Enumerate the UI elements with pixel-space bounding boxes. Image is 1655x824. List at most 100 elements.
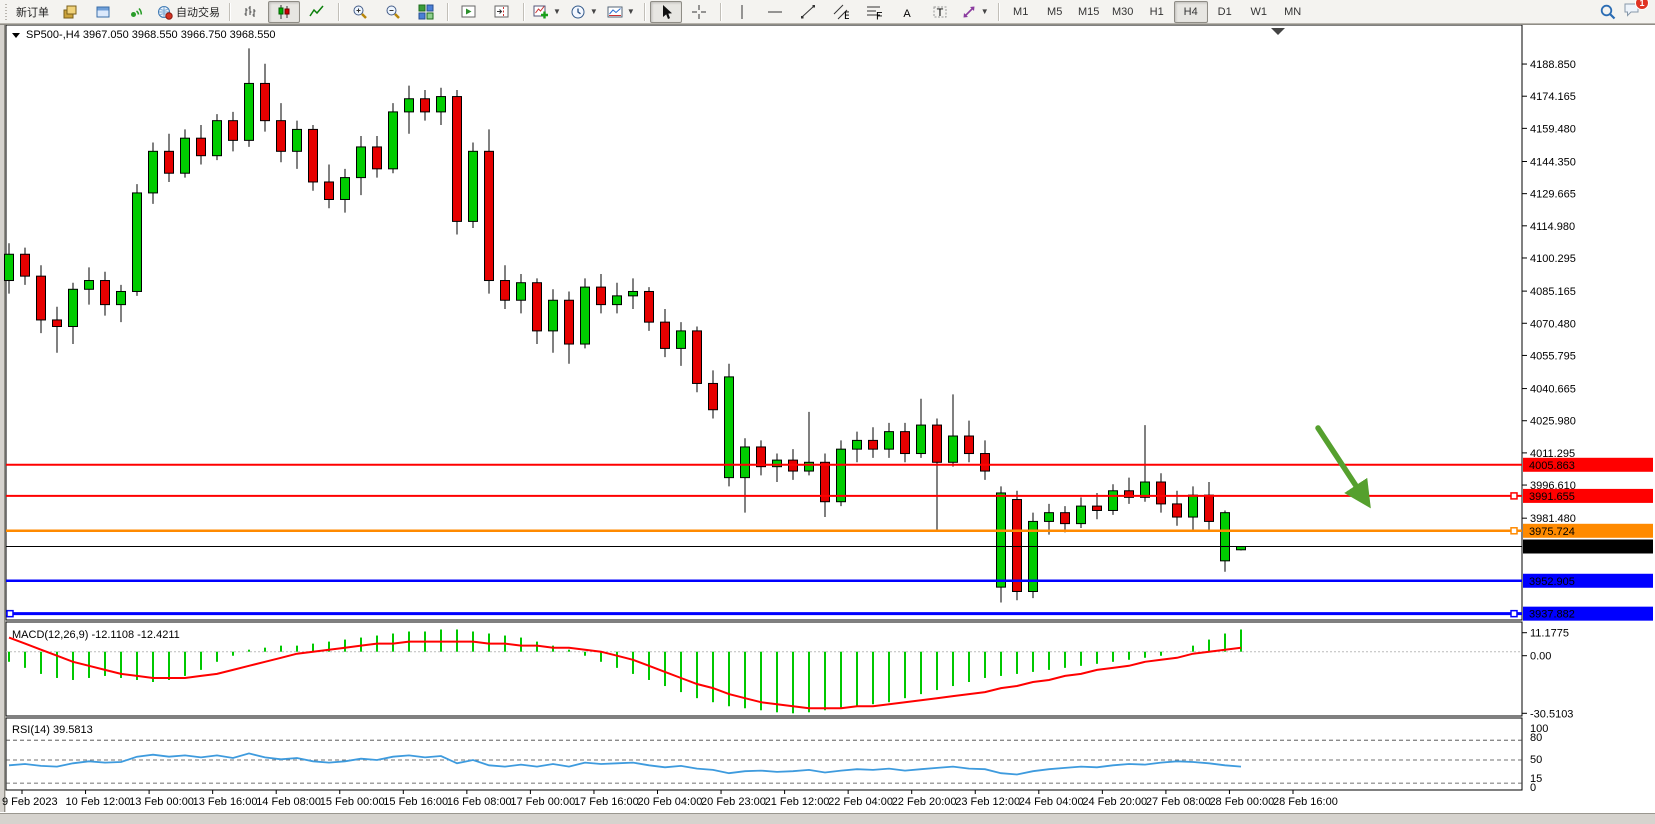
zoom-out-icon xyxy=(385,4,401,20)
line-handle[interactable] xyxy=(7,611,13,617)
price-tick-label: 4100.295 xyxy=(1530,253,1576,265)
price-chart[interactable]: 4188.8504174.1654159.4804144.3504129.665… xyxy=(0,25,1655,812)
candle-body xyxy=(1093,506,1102,510)
price-tag-label: 4005.863 xyxy=(1529,460,1575,472)
candle-body xyxy=(53,320,62,327)
price-tick-label: 3981.480 xyxy=(1530,513,1576,525)
crosshair-button[interactable] xyxy=(683,1,715,23)
text-button[interactable]: A xyxy=(891,1,923,23)
candle-body xyxy=(837,449,846,502)
price-tick-label: 4159.480 xyxy=(1530,123,1576,135)
line-handle[interactable] xyxy=(1511,611,1517,617)
line-handle[interactable] xyxy=(1511,528,1517,534)
line-handle[interactable] xyxy=(1511,493,1517,499)
candle-body xyxy=(1173,504,1182,517)
line-chart-button[interactable] xyxy=(301,1,333,23)
timeframe-m1-button[interactable]: M1 xyxy=(1004,1,1038,23)
toolbar-separator xyxy=(523,3,524,21)
candle-body xyxy=(389,112,398,169)
timeframe-mn-button[interactable]: MN xyxy=(1276,1,1310,23)
candle-body xyxy=(741,447,750,478)
timeframe-d1-button[interactable]: D1 xyxy=(1208,1,1242,23)
rsi-panel xyxy=(6,718,1522,790)
new-order-button[interactable]: 新订单 xyxy=(12,1,53,23)
chevron-down-icon: ▼ xyxy=(627,7,635,16)
indicators-button[interactable]: ▼ xyxy=(529,1,565,23)
timeframe-m30-button[interactable]: M30 xyxy=(1106,1,1140,23)
candle-body xyxy=(1221,513,1230,561)
arrows-icon xyxy=(961,4,977,20)
auto-scroll-button[interactable] xyxy=(453,1,485,23)
candle-body xyxy=(181,138,190,173)
candle-body xyxy=(1189,495,1198,517)
horizontal-line-button[interactable] xyxy=(759,1,791,23)
tile-windows-button[interactable] xyxy=(410,1,442,23)
candle-body xyxy=(581,287,590,344)
timeframe-m5-button[interactable]: M5 xyxy=(1038,1,1072,23)
equidistant-channel-button[interactable]: E xyxy=(825,1,857,23)
price-tick-label: 4040.665 xyxy=(1530,384,1576,396)
text-label-button[interactable]: T xyxy=(924,1,956,23)
price-tag-label: 3952.905 xyxy=(1529,576,1575,588)
candle-body xyxy=(885,432,894,450)
time-axis-label: 28 Feb 00:00 xyxy=(1209,796,1274,808)
zoom-in-button[interactable] xyxy=(344,1,376,23)
candle-body xyxy=(37,276,46,320)
search-icon[interactable] xyxy=(1599,3,1617,21)
cursor-icon xyxy=(658,4,674,20)
data-window-icon xyxy=(95,4,111,20)
templates-button[interactable]: ▼ xyxy=(603,1,639,23)
price-tick-label: 4055.795 xyxy=(1530,350,1576,362)
candle-body xyxy=(1109,491,1118,511)
zoom-in-icon xyxy=(352,4,368,20)
time-axis-label: 24 Feb 20:00 xyxy=(1082,796,1147,808)
equidistant-channel-icon: E xyxy=(833,4,849,20)
candle-body xyxy=(981,454,990,472)
timeframe-m15-button[interactable]: M15 xyxy=(1072,1,1106,23)
candlestick-chart-button[interactable] xyxy=(268,1,300,23)
candle-body xyxy=(1205,495,1214,521)
periods-button[interactable]: ▼ xyxy=(566,1,602,23)
candle-body xyxy=(117,291,126,304)
chart-shift-button[interactable] xyxy=(486,1,518,23)
rsi-scale-label: 0 xyxy=(1530,782,1536,794)
candle-body xyxy=(1061,513,1070,524)
candle-body xyxy=(165,151,174,173)
market-watch-button[interactable] xyxy=(54,1,86,23)
time-axis-label: 27 Feb 08:00 xyxy=(1146,796,1211,808)
notifications-button[interactable]: 1 xyxy=(1623,0,1643,23)
main-toolbar: 新订单 自动交易 xyxy=(0,0,1655,24)
arrows-button[interactable]: ▼ xyxy=(957,1,993,23)
timeframe-h1-button[interactable]: H1 xyxy=(1140,1,1174,23)
time-axis-label: 22 Feb 04:00 xyxy=(828,796,893,808)
time-axis-label: 16 Feb 08:00 xyxy=(447,796,512,808)
price-tag-label: 3991.655 xyxy=(1529,491,1575,503)
macd-scale-label: -30.5103 xyxy=(1530,708,1573,720)
candle-body xyxy=(261,83,270,120)
bar-chart-icon xyxy=(243,4,259,20)
auto-scroll-icon xyxy=(461,4,477,20)
candle-body xyxy=(309,129,318,182)
autotrading-button[interactable]: 自动交易 xyxy=(153,1,224,23)
bar-chart-button[interactable] xyxy=(235,1,267,23)
data-window-button[interactable] xyxy=(87,1,119,23)
candle-body xyxy=(357,147,366,178)
timeframe-h4-button[interactable]: H4 xyxy=(1174,1,1208,23)
trendline-button[interactable] xyxy=(792,1,824,23)
candle-body xyxy=(997,493,1006,587)
candle-body xyxy=(421,99,430,112)
time-axis-label: 22 Feb 20:00 xyxy=(892,796,957,808)
svg-text:E: E xyxy=(844,10,849,20)
candle-body xyxy=(453,97,462,222)
rsi-scale-label: 50 xyxy=(1530,754,1542,766)
vertical-line-button[interactable] xyxy=(726,1,758,23)
timeframe-w1-button[interactable]: W1 xyxy=(1242,1,1276,23)
zoom-out-button[interactable] xyxy=(377,1,409,23)
cursor-button[interactable] xyxy=(650,1,682,23)
toolbar-separator xyxy=(229,3,230,21)
time-axis-label: 23 Feb 12:00 xyxy=(955,796,1020,808)
fibonacci-button[interactable]: F xyxy=(858,1,890,23)
signals-button[interactable] xyxy=(120,1,152,23)
candle-body xyxy=(661,322,670,348)
candlestick-chart-icon xyxy=(276,4,292,20)
